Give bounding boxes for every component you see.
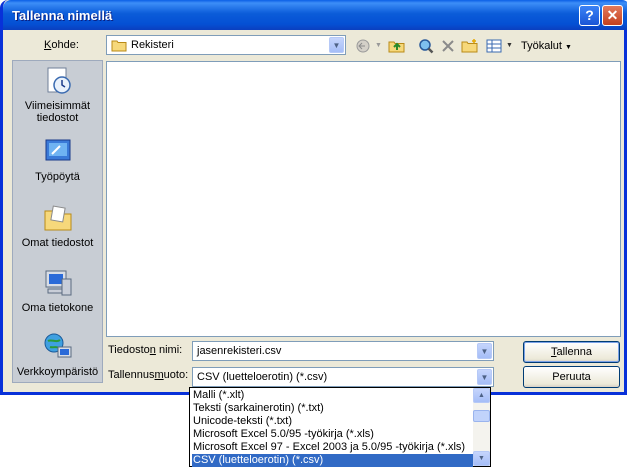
delete-icon[interactable]: [440, 36, 456, 56]
save-as-dialog: Tallenna nimellä ? ✕ Kohde: Rekisteri ▼ …: [0, 0, 627, 395]
scroll-up-button[interactable]: ▲: [473, 388, 490, 403]
places-bar: Viimeisimmät tiedostot Työpöytä Omat tie…: [12, 60, 103, 383]
cancel-button[interactable]: Peruuta: [523, 366, 620, 388]
back-dropdown-icon[interactable]: ▼: [375, 36, 382, 56]
location-label: Kohde:: [44, 39, 79, 51]
help-button[interactable]: ?: [579, 5, 600, 26]
close-button[interactable]: ✕: [602, 5, 623, 26]
filetype-value: CSV (luetteloerotin) (*.csv): [197, 371, 328, 383]
filetype-label: Tallennusmuoto:: [108, 369, 189, 381]
filetype-option-selected[interactable]: CSV (luetteloerotin) (*.csv): [192, 454, 473, 467]
place-computer[interactable]: Oma tietokone: [13, 267, 102, 314]
location-combo[interactable]: Rekisteri ▼: [106, 35, 346, 55]
tools-menu[interactable]: Työkalut ▼: [521, 36, 572, 56]
my-computer-icon: [45, 270, 71, 296]
filetype-option[interactable]: Teksti (sarkainerotin) (*.txt): [192, 402, 324, 415]
filename-input[interactable]: jasenrekisteri.csv ▼: [192, 341, 494, 361]
my-documents-icon: [44, 205, 71, 231]
file-list[interactable]: [106, 61, 621, 337]
filetype-select[interactable]: CSV (luetteloerotin) (*.csv) ▼: [192, 367, 494, 387]
location-value: Rekisteri: [131, 39, 174, 51]
filename-label: Tiedoston nimi:: [108, 344, 183, 356]
place-desktop-label: Työpöytä: [35, 171, 80, 183]
scroll-thumb[interactable]: [473, 410, 490, 422]
up-folder-icon[interactable]: [388, 36, 406, 56]
place-desktop[interactable]: Työpöytä: [13, 136, 102, 183]
place-recent-label1: Viimeisimmät: [24, 100, 91, 112]
place-documents[interactable]: Omat tiedostot: [13, 202, 102, 249]
scroll-down-button[interactable]: ▼: [473, 451, 490, 466]
desktop-icon: [45, 139, 70, 161]
views-icon[interactable]: [486, 36, 502, 56]
filetype-dropdown-arrow[interactable]: ▼: [477, 369, 492, 385]
place-network-label: Verkkoympäristö: [16, 366, 99, 378]
filetype-dropdown-list[interactable]: Malli (*.xlt) Teksti (sarkainerotin) (*.…: [189, 387, 491, 467]
views-dropdown-icon[interactable]: ▼: [506, 36, 513, 56]
network-places-icon: [44, 333, 71, 358]
window-title: Tallenna nimellä: [12, 8, 113, 23]
recent-documents-icon: [47, 67, 71, 94]
location-dropdown-arrow[interactable]: ▼: [329, 37, 344, 53]
filetype-option[interactable]: Microsoft Excel 97 - Excel 2003 ja 5.0/9…: [192, 441, 465, 454]
place-network[interactable]: Verkkoympäristö: [13, 331, 102, 378]
save-button[interactable]: Tallenna: [523, 341, 620, 363]
place-recent-label2: tiedostot: [36, 112, 79, 124]
filetype-option[interactable]: Unicode-teksti (*.txt): [192, 415, 292, 428]
place-computer-label: Oma tietokone: [21, 302, 94, 314]
place-documents-label: Omat tiedostot: [21, 237, 94, 249]
filename-dropdown-arrow[interactable]: ▼: [477, 343, 492, 359]
filename-value: jasenrekisteri.csv: [197, 345, 282, 357]
title-bar[interactable]: Tallenna nimellä ? ✕: [3, 0, 627, 30]
filetype-option[interactable]: Malli (*.xlt): [192, 389, 244, 402]
folder-icon: [111, 40, 127, 52]
search-web-icon[interactable]: [417, 36, 435, 56]
dropdown-scrollbar[interactable]: ▲ ▼: [473, 388, 490, 466]
place-recent[interactable]: Viimeisimmät tiedostot: [13, 65, 102, 124]
filetype-option[interactable]: Microsoft Excel 5.0/95 -työkirja (*.xls): [192, 428, 374, 441]
back-icon[interactable]: [354, 36, 372, 56]
new-folder-icon[interactable]: [461, 36, 479, 56]
